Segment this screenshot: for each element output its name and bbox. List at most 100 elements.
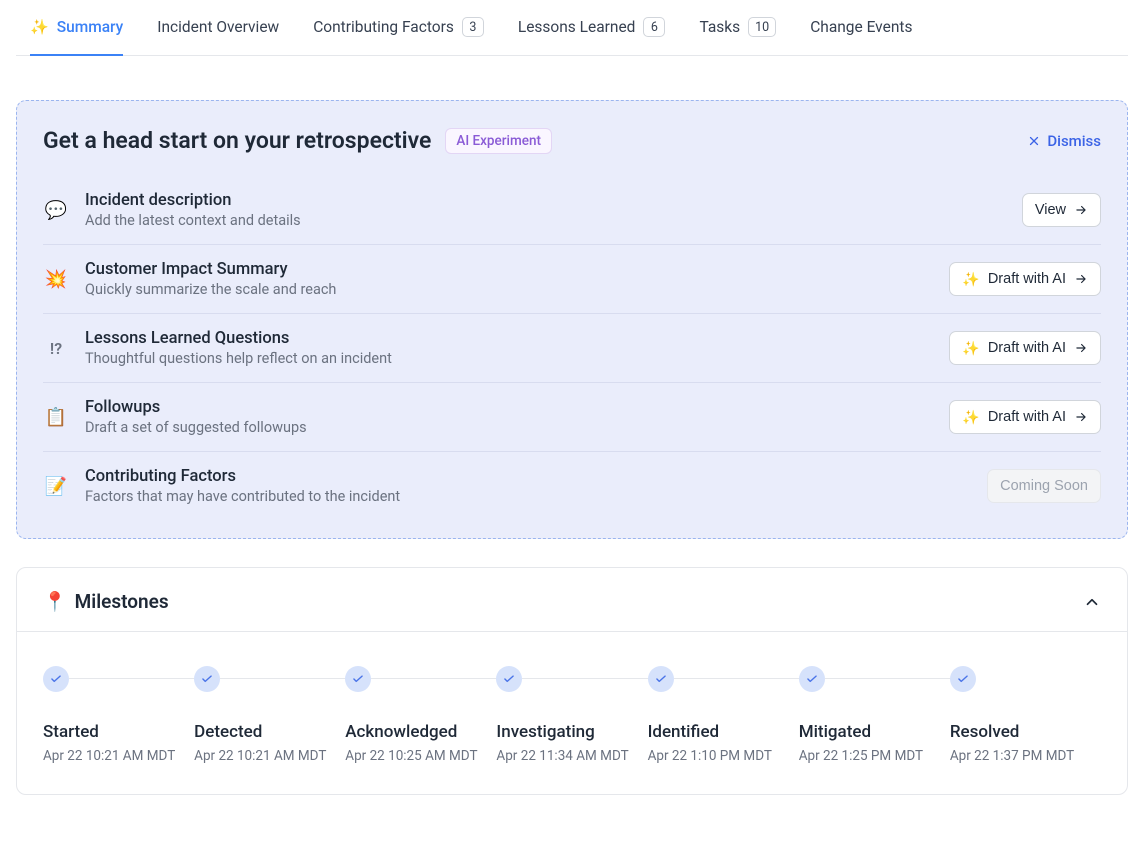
coming-soon-button: Coming Soon (987, 469, 1101, 503)
milestones-track: Started Apr 22 10:21 AM MDT Detected Apr… (43, 666, 1101, 764)
milestone-label: Resolved (950, 722, 1020, 742)
retrospective-banner: Get a head start on your retrospective A… (16, 100, 1128, 539)
retro-item-title: Contributing Factors (85, 467, 971, 486)
retro-header: Get a head start on your retrospective A… (43, 127, 1101, 154)
milestones-title: 📍 Milestones (43, 590, 169, 613)
tab-tasks[interactable]: Tasks 10 (699, 0, 776, 56)
milestone-mitigated: Mitigated Apr 22 1:25 PM MDT (799, 666, 950, 764)
retro-item-lessons-learned: !? Lessons Learned Questions Thoughtful … (43, 314, 1101, 383)
milestone-label: Started (43, 722, 99, 742)
tab-badge: 6 (643, 17, 665, 37)
divider (17, 631, 1127, 632)
retro-item-title: Customer Impact Summary (85, 260, 933, 279)
btn-label: Draft with AI (988, 271, 1066, 287)
check-icon (799, 666, 825, 692)
tab-badge: 3 (462, 17, 484, 37)
milestones-header: 📍 Milestones (43, 590, 1101, 613)
retro-item-title: Lessons Learned Questions (85, 329, 933, 348)
draft-with-ai-button[interactable]: ✨ Draft with AI (949, 262, 1101, 296)
view-button[interactable]: View (1022, 193, 1101, 227)
retro-title: Get a head start on your retrospective (43, 127, 431, 154)
collision-icon: 💥 (43, 269, 69, 290)
milestone-detected: Detected Apr 22 10:21 AM MDT (194, 666, 345, 764)
tab-label: Tasks (699, 18, 740, 36)
milestone-label: Identified (648, 722, 720, 742)
arrow-right-icon (1074, 272, 1088, 286)
milestone-label: Mitigated (799, 722, 871, 742)
check-icon (648, 666, 674, 692)
retro-item-desc: Factors that may have contributed to the… (85, 488, 971, 505)
dismiss-label: Dismiss (1047, 132, 1101, 150)
sparkle-icon: ✨ (30, 18, 49, 36)
tab-change-events[interactable]: Change Events (810, 0, 912, 56)
milestones-title-text: Milestones (75, 590, 169, 613)
tab-label: Incident Overview (157, 18, 279, 36)
milestone-started: Started Apr 22 10:21 AM MDT (43, 666, 194, 764)
check-icon (43, 666, 69, 692)
chevron-up-icon[interactable] (1083, 593, 1101, 611)
retro-items: 💬 Incident description Add the latest co… (43, 176, 1101, 520)
check-icon (950, 666, 976, 692)
retro-item-desc: Quickly summarize the scale and reach (85, 281, 933, 298)
milestone-time: Apr 22 11:34 AM MDT (496, 748, 628, 764)
sparkle-icon: ✨ (962, 271, 979, 288)
retro-item-texts: Incident description Add the latest cont… (85, 191, 1006, 229)
milestone-acknowledged: Acknowledged Apr 22 10:25 AM MDT (345, 666, 496, 764)
arrow-right-icon (1074, 203, 1088, 217)
retro-item-desc: Thoughtful questions help reflect on an … (85, 350, 933, 367)
retro-item-followups: 📋 Followups Draft a set of suggested fol… (43, 383, 1101, 452)
milestone-label: Detected (194, 722, 262, 742)
draft-with-ai-button[interactable]: ✨ Draft with AI (949, 331, 1101, 365)
check-icon (345, 666, 371, 692)
tab-label: Contributing Factors (313, 18, 454, 36)
btn-label: Draft with AI (988, 340, 1066, 356)
dismiss-button[interactable]: Dismiss (1027, 132, 1101, 150)
question-icon: !? (43, 339, 69, 358)
ai-experiment-badge: AI Experiment (445, 128, 552, 154)
pin-icon: 📍 (43, 590, 67, 613)
clipboard-icon: 📋 (43, 407, 69, 428)
milestone-identified: Identified Apr 22 1:10 PM MDT (648, 666, 799, 764)
milestone-investigating: Investigating Apr 22 11:34 AM MDT (496, 666, 647, 764)
close-icon (1027, 134, 1041, 148)
memo-icon: 📝 (43, 476, 69, 497)
retro-item-title: Followups (85, 398, 933, 417)
retro-item-title: Incident description (85, 191, 1006, 210)
tab-lessons-learned[interactable]: Lessons Learned 6 (518, 0, 666, 56)
check-icon (194, 666, 220, 692)
arrow-right-icon (1074, 341, 1088, 355)
tabs-bar: ✨ Summary Incident Overview Contributing… (16, 0, 1128, 56)
retro-item-texts: Customer Impact Summary Quickly summariz… (85, 260, 933, 298)
milestones-card: 📍 Milestones Started Apr 22 10:21 AM MDT… (16, 567, 1128, 795)
sparkle-icon: ✨ (962, 340, 979, 357)
tab-contributing-factors[interactable]: Contributing Factors 3 (313, 0, 484, 56)
retro-item-contributing-factors: 📝 Contributing Factors Factors that may … (43, 452, 1101, 520)
retro-item-desc: Add the latest context and details (85, 212, 1006, 229)
retro-item-customer-impact: 💥 Customer Impact Summary Quickly summar… (43, 245, 1101, 314)
tab-badge: 10 (748, 17, 776, 37)
milestone-time: Apr 22 1:25 PM MDT (799, 748, 923, 764)
btn-label: Coming Soon (1000, 478, 1088, 494)
milestone-time: Apr 22 10:21 AM MDT (43, 748, 175, 764)
tab-summary[interactable]: ✨ Summary (30, 0, 123, 56)
retro-item-incident-description: 💬 Incident description Add the latest co… (43, 176, 1101, 245)
retro-item-texts: Lessons Learned Questions Thoughtful que… (85, 329, 933, 367)
milestone-time: Apr 22 10:21 AM MDT (194, 748, 326, 764)
retro-item-desc: Draft a set of suggested followups (85, 419, 933, 436)
retro-item-texts: Contributing Factors Factors that may ha… (85, 467, 971, 505)
tab-incident-overview[interactable]: Incident Overview (157, 0, 279, 56)
arrow-right-icon (1074, 410, 1088, 424)
tab-label: Lessons Learned (518, 18, 636, 36)
retro-item-texts: Followups Draft a set of suggested follo… (85, 398, 933, 436)
check-icon (496, 666, 522, 692)
btn-label: View (1035, 202, 1066, 218)
speech-icon: 💬 (43, 200, 69, 221)
milestone-time: Apr 22 10:25 AM MDT (345, 748, 477, 764)
tab-label: Change Events (810, 18, 912, 36)
draft-with-ai-button[interactable]: ✨ Draft with AI (949, 400, 1101, 434)
milestone-label: Investigating (496, 722, 594, 742)
milestone-resolved: Resolved Apr 22 1:37 PM MDT (950, 666, 1101, 764)
tab-label: Summary (57, 18, 124, 36)
milestone-label: Acknowledged (345, 722, 457, 742)
sparkle-icon: ✨ (962, 409, 979, 426)
